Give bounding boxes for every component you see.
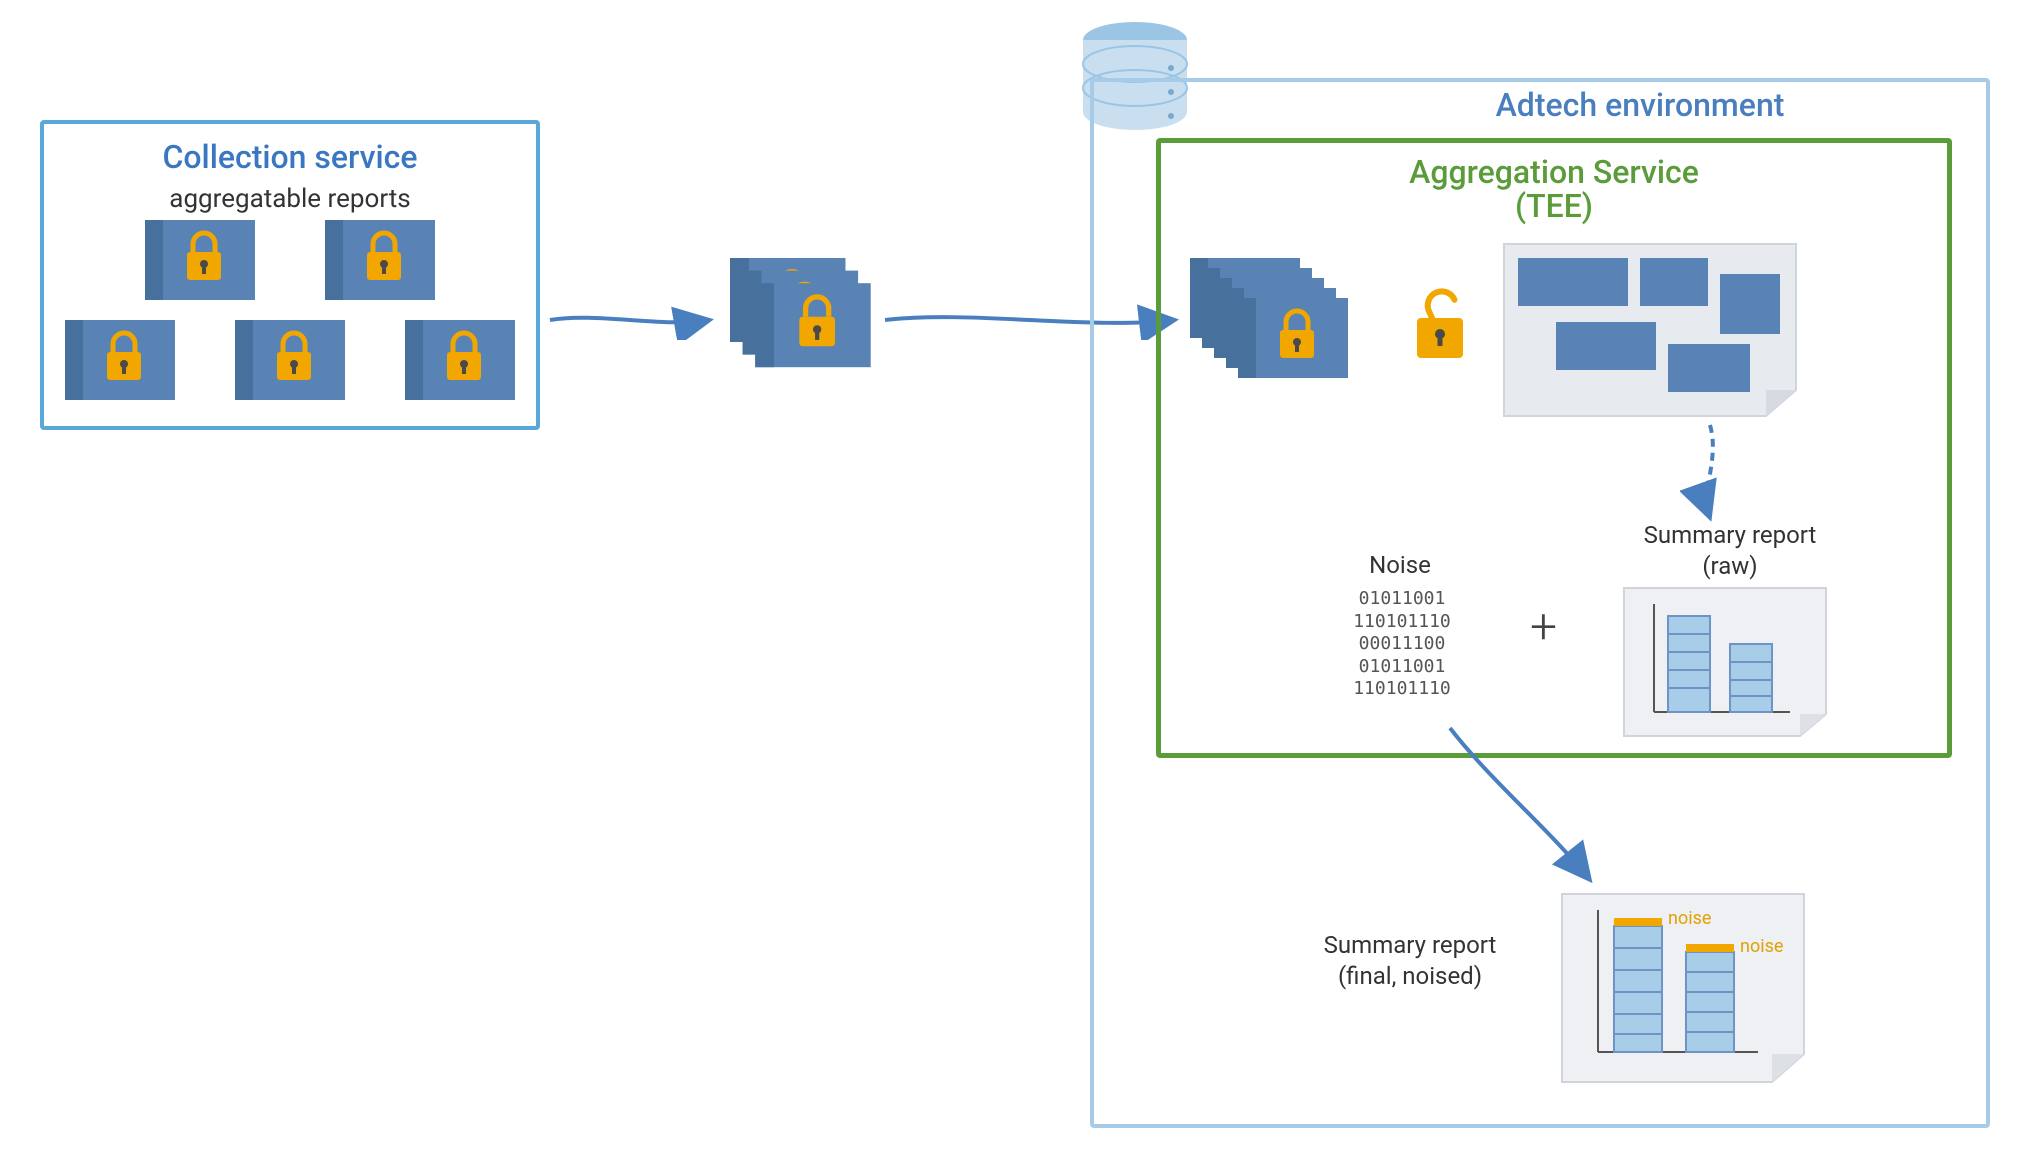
summary-final-line2: (final, noised) [1338,962,1482,990]
aggregation-title: Aggregation Service [1161,153,1947,191]
summary-final-line1: Summary report [1324,931,1497,959]
arrow-to-raw-summary [1680,420,1740,530]
summary-raw-line2: (raw) [1702,552,1757,580]
summary-raw-chart-icon [1620,584,1830,744]
noise-bits-block: 01011001 110101110 00011100 01011001 110… [1322,588,1482,701]
summary-raw-line1: Summary report [1644,521,1817,549]
collection-subtitle: aggregatable reports [44,184,536,214]
plus-icon: + [1530,598,1557,655]
aggregation-service-box: Aggregation Service (TEE) [1156,138,1952,758]
adtech-title: Adtech environment [1360,86,1920,124]
collection-title: Collection service [44,138,536,176]
aggregation-subtitle: (TEE) [1161,187,1947,225]
noise-tag-bar2: noise [1740,936,1783,957]
summary-final-label: Summary report (final, noised) [1280,930,1540,992]
noise-bits-line: 00011100 [1322,633,1482,656]
arrow-to-final-summary [1410,720,1630,900]
arrow-collection-to-mid [545,300,725,340]
noise-tag-bar1: noise [1668,908,1711,929]
noise-bits-line: 110101110 [1322,611,1482,634]
noise-bits-line: 01011001 [1322,588,1482,611]
summary-raw-label: Summary report (raw) [1610,520,1850,582]
aggregation-locked-stack-icon [1190,258,1390,398]
noise-bits-line: 01011001 [1322,656,1482,679]
decrypted-data-sheet-icon [1500,240,1800,420]
noise-bits-line: 110101110 [1322,678,1482,701]
collection-reports-group [50,220,530,430]
unlock-icon [1405,280,1475,370]
noise-label: Noise [1325,550,1475,581]
